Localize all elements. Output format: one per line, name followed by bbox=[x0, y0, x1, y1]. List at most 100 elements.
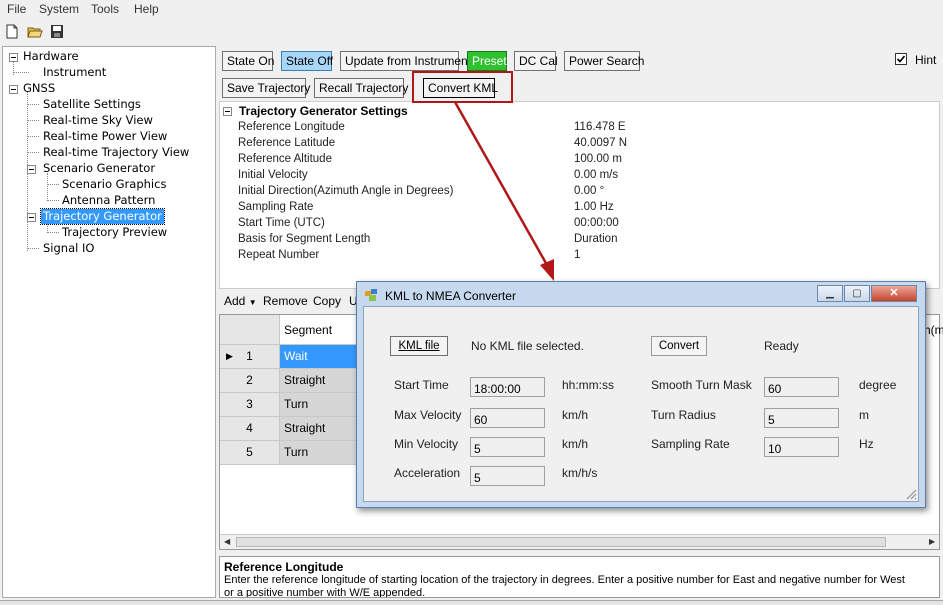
tree-power-view[interactable]: Real-time Power View bbox=[43, 129, 167, 144]
smooth-turn-mask-input[interactable] bbox=[764, 377, 839, 397]
menu-tools[interactable]: Tools bbox=[91, 2, 119, 16]
kml-file-label: KML file bbox=[398, 340, 440, 352]
start-time-label: Start Time bbox=[394, 378, 449, 392]
prop-value: 1 bbox=[574, 249, 581, 261]
prop-label: Basis for Segment Length bbox=[238, 233, 371, 245]
row-number: 2 bbox=[220, 369, 280, 393]
update-from-instrument-button[interactable]: Update from Instrument bbox=[340, 51, 471, 71]
close-icon[interactable]: ✕ bbox=[871, 285, 917, 302]
prop-value: 0.00 m/s bbox=[574, 169, 619, 181]
segment-cell[interactable]: Turn bbox=[280, 393, 360, 417]
tree-signal-io[interactable]: Signal IO bbox=[43, 241, 94, 256]
maximize-icon[interactable]: ▢ bbox=[844, 285, 870, 302]
segment-cell[interactable]: Straight bbox=[280, 369, 360, 393]
scrollbar-thumb[interactable] bbox=[236, 537, 886, 547]
settings-title: Trajectory Generator Settings bbox=[239, 104, 408, 118]
tree-gnss[interactable]: GNSS bbox=[23, 81, 55, 96]
max-velocity-input[interactable] bbox=[470, 408, 545, 428]
row-number: 5 bbox=[220, 441, 280, 465]
new-file-icon[interactable] bbox=[5, 24, 19, 39]
grid-corner bbox=[220, 315, 280, 345]
collapse-settings-icon[interactable] bbox=[223, 107, 232, 116]
row-number-text: 1 bbox=[246, 349, 253, 363]
open-folder-icon[interactable] bbox=[27, 24, 43, 39]
status-strip bbox=[0, 600, 943, 605]
acceleration-unit: km/h/s bbox=[562, 466, 598, 480]
turn-radius-input[interactable] bbox=[764, 408, 839, 428]
tree-trajectory-preview[interactable]: Trajectory Preview bbox=[62, 225, 167, 240]
tree-scenario-graphics[interactable]: Scenario Graphics bbox=[62, 177, 166, 192]
scroll-right-icon[interactable]: ▶ bbox=[929, 537, 935, 546]
resize-grip-icon[interactable] bbox=[905, 488, 917, 500]
menu-system[interactable]: System bbox=[39, 2, 79, 16]
navigation-tree: Hardware Instrument GNSS Satellite Setti… bbox=[2, 46, 216, 598]
max-velocity-label: Max Velocity bbox=[394, 408, 462, 422]
tree-satellite-settings[interactable]: Satellite Settings bbox=[43, 97, 141, 112]
turn-radius-label: Turn Radius bbox=[651, 408, 716, 422]
state-off-button[interactable]: State Off bbox=[281, 51, 333, 71]
description-text: Enter the reference longitude of startin… bbox=[224, 574, 905, 598]
preset-button[interactable]: Preset bbox=[467, 51, 507, 71]
start-time-input[interactable] bbox=[470, 377, 545, 397]
scroll-left-icon[interactable]: ◀ bbox=[224, 537, 230, 546]
acceleration-label: Acceleration bbox=[394, 466, 461, 480]
kml-file-button[interactable]: KML file bbox=[390, 336, 448, 356]
min-velocity-unit: km/h bbox=[562, 437, 589, 451]
prop-label: Initial Velocity bbox=[238, 169, 308, 181]
max-velocity-unit: km/h bbox=[562, 408, 589, 422]
expander-hardware-icon[interactable] bbox=[9, 53, 18, 62]
acceleration-input[interactable] bbox=[470, 466, 545, 486]
dialog-body: KML file No KML file selected. Convert R… bbox=[363, 306, 919, 502]
tree-instrument[interactable]: Instrument bbox=[43, 65, 106, 80]
description-title: Reference Longitude bbox=[224, 560, 344, 574]
copy-segment-button[interactable]: Copy bbox=[313, 294, 341, 308]
save-trajectory-button[interactable]: Save Trajectory bbox=[222, 78, 310, 98]
hint-label: Hint bbox=[915, 53, 937, 67]
tree-hardware[interactable]: Hardware bbox=[23, 49, 79, 64]
prop-label: Reference Altitude bbox=[238, 153, 332, 165]
smooth-turn-mask-label: Smooth Turn Mask bbox=[651, 378, 752, 392]
converter-status: Ready bbox=[764, 339, 799, 353]
recall-trajectory-button[interactable]: Recall Trajectory bbox=[314, 78, 408, 98]
kml-converter-dialog: KML to NMEA Converter ▁ ▢ ✕ KML file No … bbox=[356, 281, 926, 508]
horizontal-scrollbar[interactable]: ◀ ▶ bbox=[220, 534, 939, 549]
hint-checkbox[interactable] bbox=[895, 53, 907, 65]
menu-help[interactable]: Help bbox=[134, 2, 159, 16]
tree-scenario-generator[interactable]: Scenario Generator bbox=[43, 161, 155, 176]
prop-label: Start Time (UTC) bbox=[238, 217, 325, 229]
save-disk-icon[interactable] bbox=[50, 24, 64, 39]
power-search-button[interactable]: Power Search bbox=[564, 51, 644, 71]
tree-trajectory-view[interactable]: Real-time Trajectory View bbox=[43, 145, 189, 160]
kml-status: No KML file selected. bbox=[471, 339, 584, 353]
convert-button[interactable]: Convert bbox=[651, 336, 707, 356]
state-on-button[interactable]: State On bbox=[222, 51, 274, 71]
prop-value: 116.478 E bbox=[574, 121, 626, 133]
segment-cell[interactable]: Straight bbox=[280, 417, 360, 441]
prop-value: 40.0097 N bbox=[574, 137, 628, 149]
tree-antenna-pattern[interactable]: Antenna Pattern bbox=[62, 193, 155, 208]
prop-value: 1.00 Hz bbox=[574, 201, 614, 213]
annotation-arrow-icon bbox=[453, 101, 554, 281]
current-row-arrow-icon: ▶ bbox=[226, 351, 233, 361]
expander-trajectory-icon[interactable] bbox=[27, 213, 36, 222]
minimize-icon[interactable]: ▁ bbox=[817, 285, 843, 302]
tree-trajectory-generator[interactable]: Trajectory Generator bbox=[40, 208, 165, 225]
prop-value: Duration bbox=[574, 233, 618, 245]
tree-sky-view[interactable]: Real-time Sky View bbox=[43, 113, 153, 128]
column-header-segment[interactable]: Segment bbox=[280, 315, 360, 345]
dc-cal-button[interactable]: DC Cal bbox=[514, 51, 558, 71]
min-velocity-input[interactable] bbox=[470, 437, 545, 457]
remove-segment-button[interactable]: Remove bbox=[263, 294, 308, 308]
segment-cell[interactable]: Turn bbox=[280, 441, 360, 465]
add-segment-button[interactable]: Add ▼ bbox=[224, 294, 257, 308]
expander-scenario-icon[interactable] bbox=[27, 165, 36, 174]
segment-cell[interactable]: Wait bbox=[280, 345, 360, 369]
sampling-rate-input[interactable] bbox=[764, 437, 839, 457]
expander-gnss-icon[interactable] bbox=[9, 85, 18, 94]
prop-label: Repeat Number bbox=[238, 249, 320, 261]
column-header-clipped: h(m bbox=[924, 323, 943, 337]
prop-label: Reference Latitude bbox=[238, 137, 336, 149]
app-window-icon bbox=[365, 289, 377, 301]
menu-file[interactable]: File bbox=[7, 2, 26, 16]
dropdown-arrow-icon: ▼ bbox=[248, 298, 257, 307]
